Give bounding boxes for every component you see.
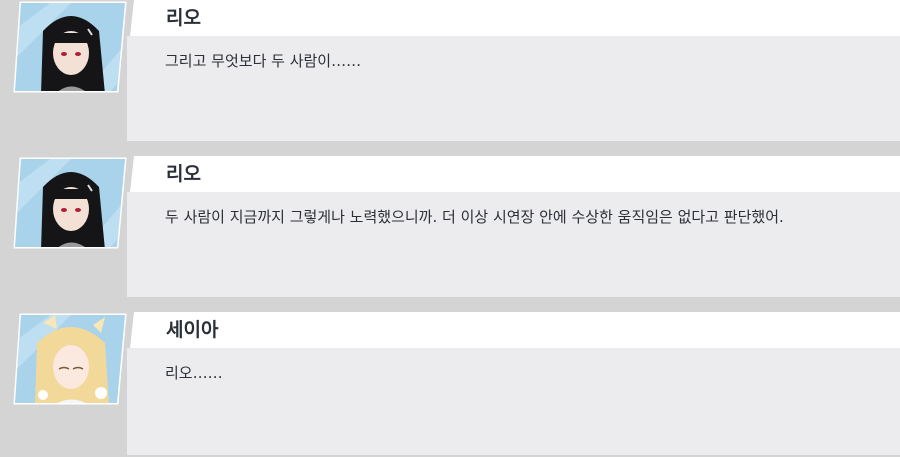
dialogue-bubble: 그리고 무엇보다 두 사람이……	[127, 36, 900, 141]
dialogue-entry: 리오 그리고 무엇보다 두 사람이……	[0, 0, 900, 145]
dialogue-bubble: 리오……	[127, 348, 900, 455]
dialogue-text: 그리고 무엇보다 두 사람이……	[165, 52, 362, 70]
seia-portrait-icon	[13, 313, 128, 406]
dialogue-entry: 리오 두 사람이 지금까지 그렇게나 노력했으니까. 더 이상 시연장 안에 수…	[0, 156, 900, 301]
dialogue-text: 두 사람이 지금까지 그렇게나 노력했으니까. 더 이상 시연장 안에 수상한 …	[165, 208, 784, 226]
speaker-name-bar: 세이아	[130, 312, 900, 348]
speaker-name: 리오	[166, 163, 201, 185]
dialogue-entry: 세이아 리오……	[0, 312, 900, 457]
dialogue-bubble: 두 사람이 지금까지 그렇게나 노력했으니까. 더 이상 시연장 안에 수상한 …	[127, 192, 900, 297]
speaker-name-bar: 리오	[130, 156, 900, 192]
speaker-name-bar: 리오	[130, 0, 900, 36]
dialogue-text: 리오……	[165, 364, 223, 382]
speaker-name: 세이아	[166, 319, 219, 341]
speaker-name: 리오	[166, 7, 201, 29]
rio-portrait-icon	[13, 1, 128, 94]
rio-portrait-icon	[13, 157, 128, 250]
